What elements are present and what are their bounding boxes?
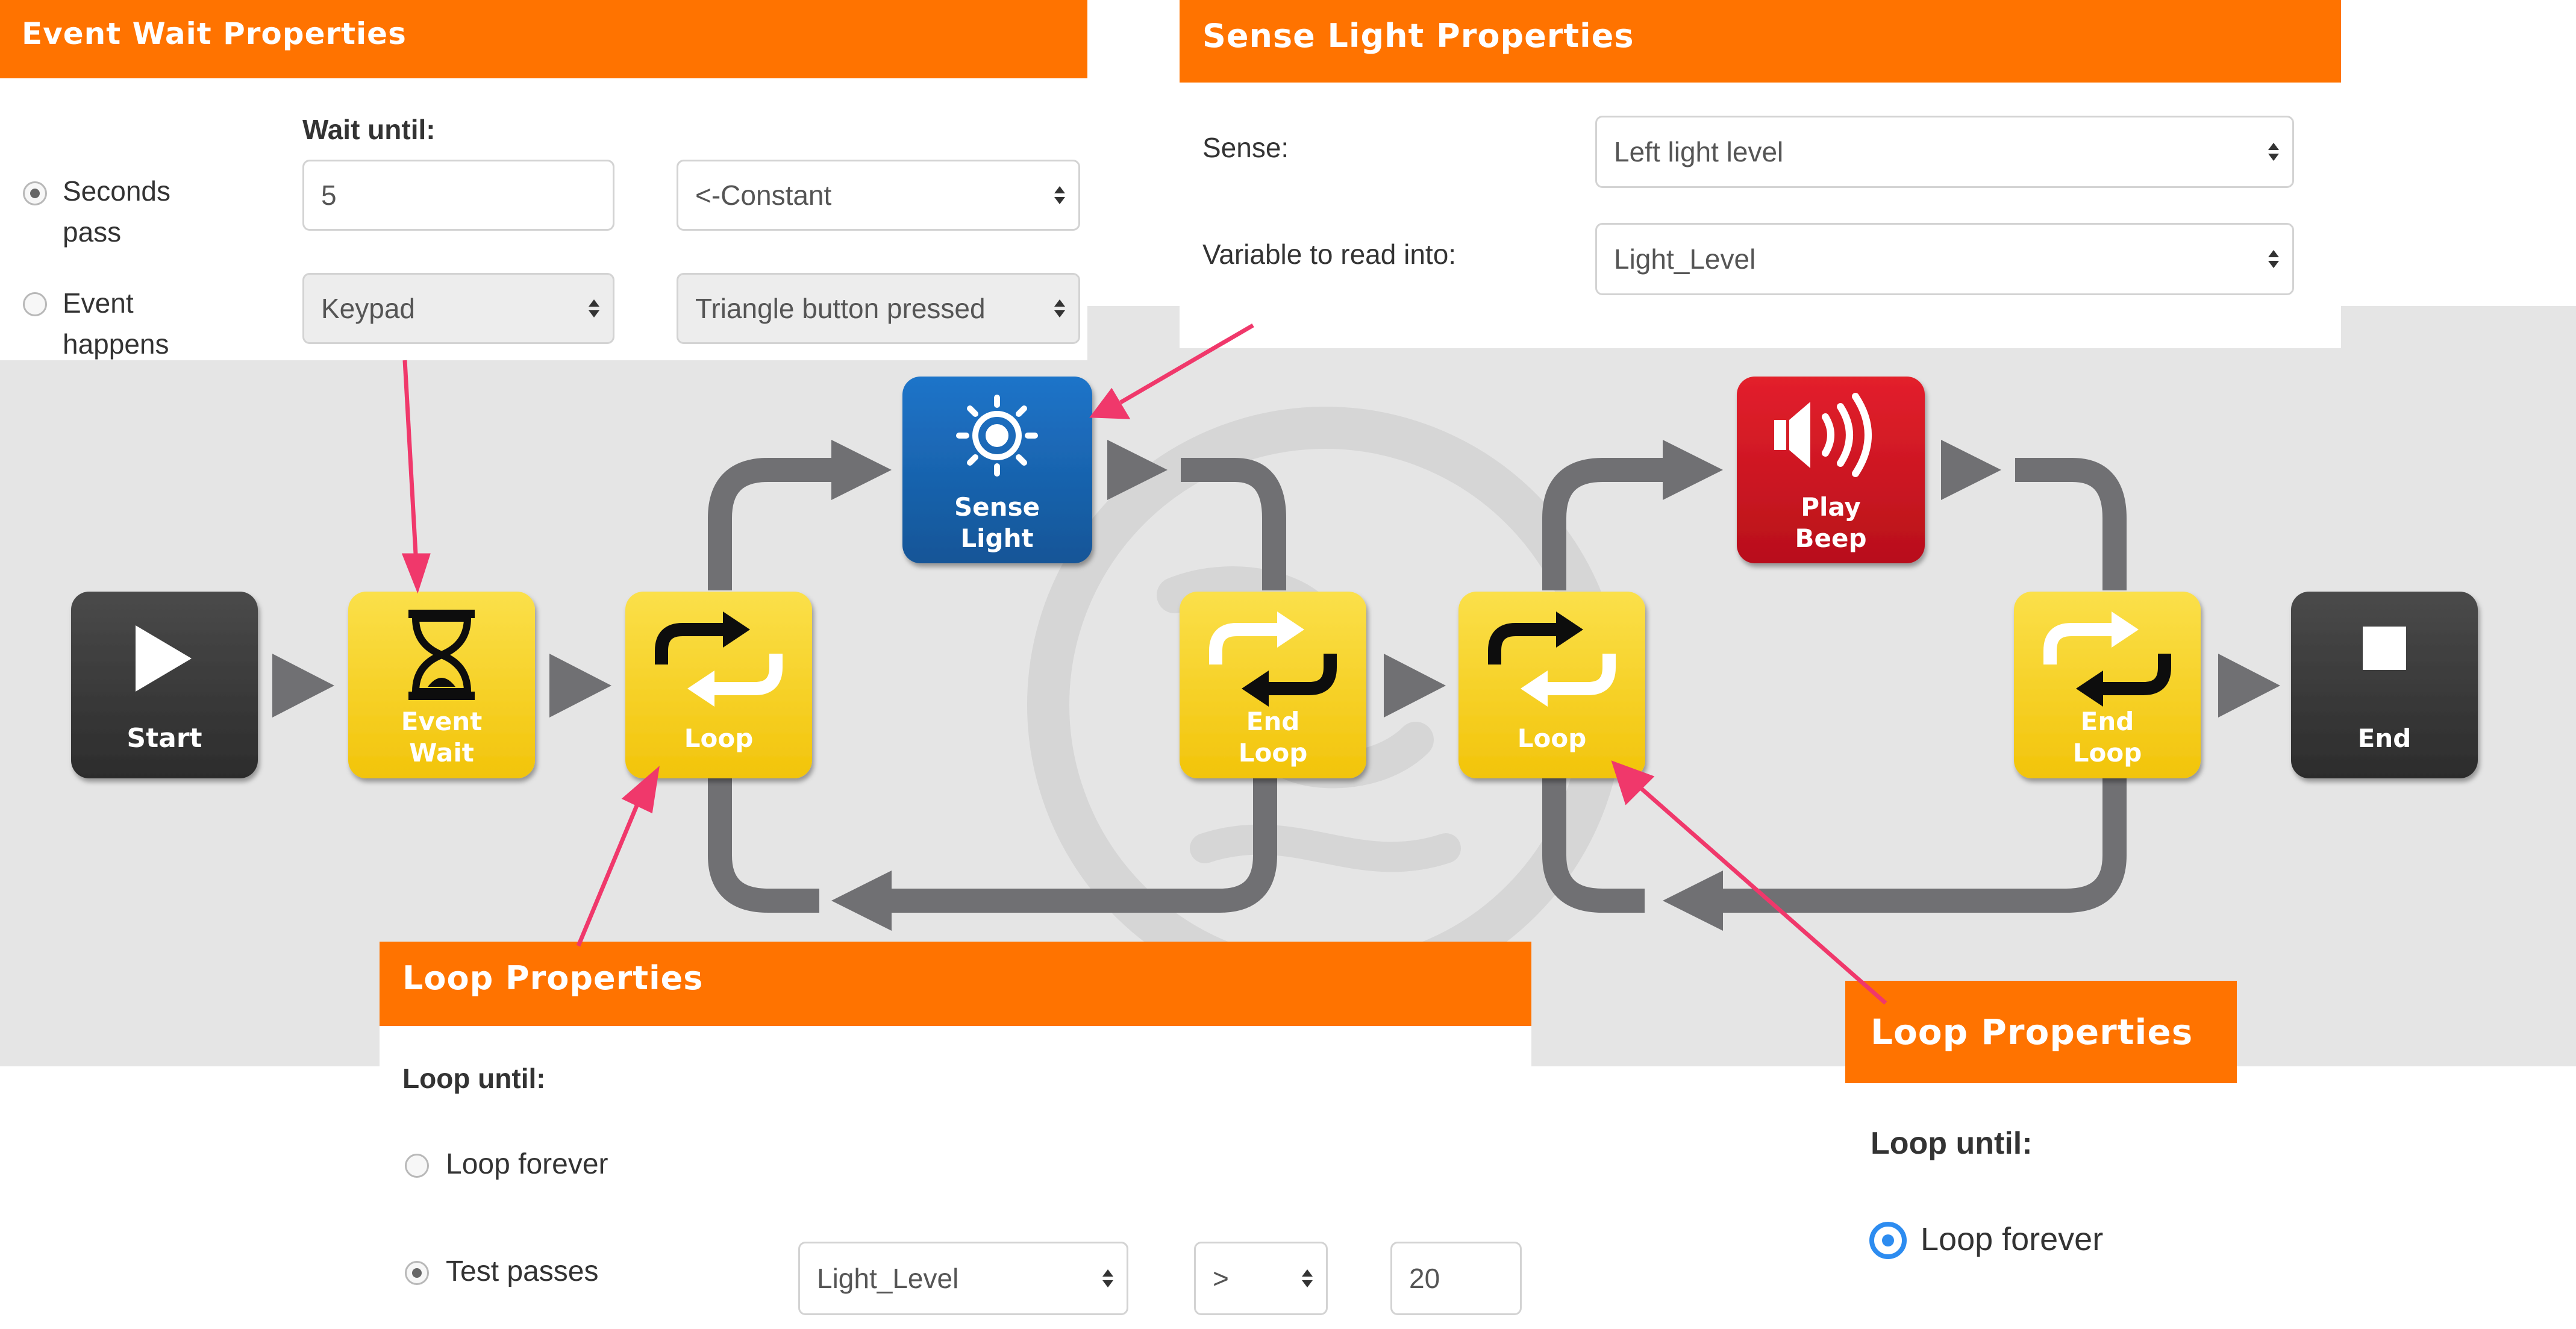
loop1-flow-arrow-bottom — [831, 871, 892, 931]
test-passes-label: Test passes — [446, 1256, 599, 1287]
flow-arrow-end-loop1 — [1384, 654, 1446, 718]
play-beep-block[interactable]: Play Beep — [1737, 377, 1925, 563]
svg-text:Loop: Loop — [684, 724, 754, 753]
loop2-flow-arrow-bottom — [1663, 871, 1723, 931]
loop2-flow-arrow-top-right — [1941, 440, 2001, 500]
wait-until-label: Wait until: — [302, 114, 436, 145]
loop-forever-radio[interactable] — [1869, 1222, 1907, 1259]
svg-text:Sense: Sense — [954, 492, 1040, 522]
stop-icon — [2363, 627, 2406, 670]
svg-text:End: End — [2081, 707, 2134, 736]
svg-text:Loop: Loop — [1518, 724, 1587, 753]
seconds-source-select[interactable]: <-Constant — [677, 160, 1080, 231]
svg-text:Play: Play — [1801, 492, 1861, 522]
event-happens-label-line2: happens — [63, 328, 169, 360]
svg-text:Wait: Wait — [409, 738, 474, 768]
svg-text:End: End — [1246, 707, 1300, 736]
select-arrows-icon — [2268, 143, 2279, 161]
panel-title: Loop Properties — [1845, 981, 2237, 1083]
svg-text:Start: Start — [127, 723, 202, 754]
loop1-flow-arrow-top-left — [831, 440, 892, 500]
sense-light-block[interactable]: Sense Light — [902, 377, 1092, 563]
select-arrows-icon — [589, 299, 599, 317]
event-wait-properties-panel: Event Wait Properties Wait until: Second… — [0, 0, 1087, 360]
test-operator-select[interactable]: > — [1194, 1242, 1328, 1315]
loop-forever-radio[interactable] — [405, 1154, 429, 1178]
select-arrows-icon — [1054, 186, 1065, 204]
test-variable-select[interactable]: Light_Level — [798, 1242, 1128, 1315]
loop-until-label: Loop until: — [1871, 1126, 2033, 1161]
svg-text:End: End — [2358, 724, 2412, 753]
event-happens-radio[interactable] — [23, 292, 47, 316]
event-happens-label: Event — [63, 287, 134, 319]
svg-text:Event: Event — [401, 707, 483, 736]
loop-forever-label: Loop forever — [446, 1148, 608, 1180]
loop-forever-label: Loop forever — [1921, 1221, 2104, 1257]
svg-text:Loop: Loop — [2073, 738, 2142, 768]
end-loop-block-2[interactable]: End Loop — [2014, 592, 2201, 778]
event-type-select[interactable]: Triangle button pressed — [677, 273, 1080, 344]
event-wait-block[interactable]: Event Wait — [348, 592, 535, 778]
end-block[interactable]: End — [2291, 592, 2478, 778]
start-block[interactable]: Start — [71, 592, 258, 778]
seconds-pass-radio[interactable] — [23, 181, 47, 205]
panel-title: Event Wait Properties — [0, 0, 1087, 78]
svg-text:Loop: Loop — [1239, 738, 1308, 768]
loop-properties-panel-2: Loop Properties Loop until: Loop forever — [1845, 981, 2237, 1329]
loop2-flow-arrow-top-left — [1663, 440, 1723, 500]
flow-arrow-event-wait — [549, 654, 611, 718]
seconds-input[interactable]: 5 — [302, 160, 614, 231]
sense-label: Sense: — [1202, 132, 1289, 163]
flow-arrow-end-loop2 — [2218, 654, 2280, 718]
sense-light-properties-panel: Sense Light Properties Sense: Left light… — [1180, 0, 2341, 348]
select-arrows-icon — [2268, 250, 2279, 268]
test-passes-radio[interactable] — [405, 1261, 429, 1285]
variable-label: Variable to read into: — [1202, 239, 1457, 270]
loop-block-1[interactable]: Loop — [625, 592, 812, 778]
select-arrows-icon — [1054, 299, 1065, 317]
svg-text:Light: Light — [960, 524, 1033, 553]
sense-select[interactable]: Left light level — [1595, 116, 2294, 188]
seconds-pass-label-line2: pass — [63, 216, 122, 248]
loop-block-2[interactable]: Loop — [1458, 592, 1645, 778]
panel-title: Sense Light Properties — [1180, 0, 2341, 83]
loop-until-label: Loop until: — [402, 1063, 546, 1094]
event-source-select[interactable]: Keypad — [302, 273, 614, 344]
flow-arrow-start — [272, 654, 334, 718]
select-arrows-icon — [1302, 1269, 1313, 1287]
end-loop-block-1[interactable]: End Loop — [1180, 592, 1366, 778]
select-arrows-icon — [1102, 1269, 1113, 1287]
test-value-input[interactable]: 20 — [1390, 1242, 1522, 1315]
loop-properties-panel-1: Loop Properties Loop until: Loop forever… — [380, 942, 1531, 1329]
panel-title: Loop Properties — [380, 942, 1531, 1026]
seconds-pass-label: Seconds — [63, 175, 171, 207]
svg-text:Beep: Beep — [1795, 524, 1866, 553]
variable-select[interactable]: Light_Level — [1595, 223, 2294, 295]
loop1-flow-arrow-top-right — [1107, 440, 1168, 500]
